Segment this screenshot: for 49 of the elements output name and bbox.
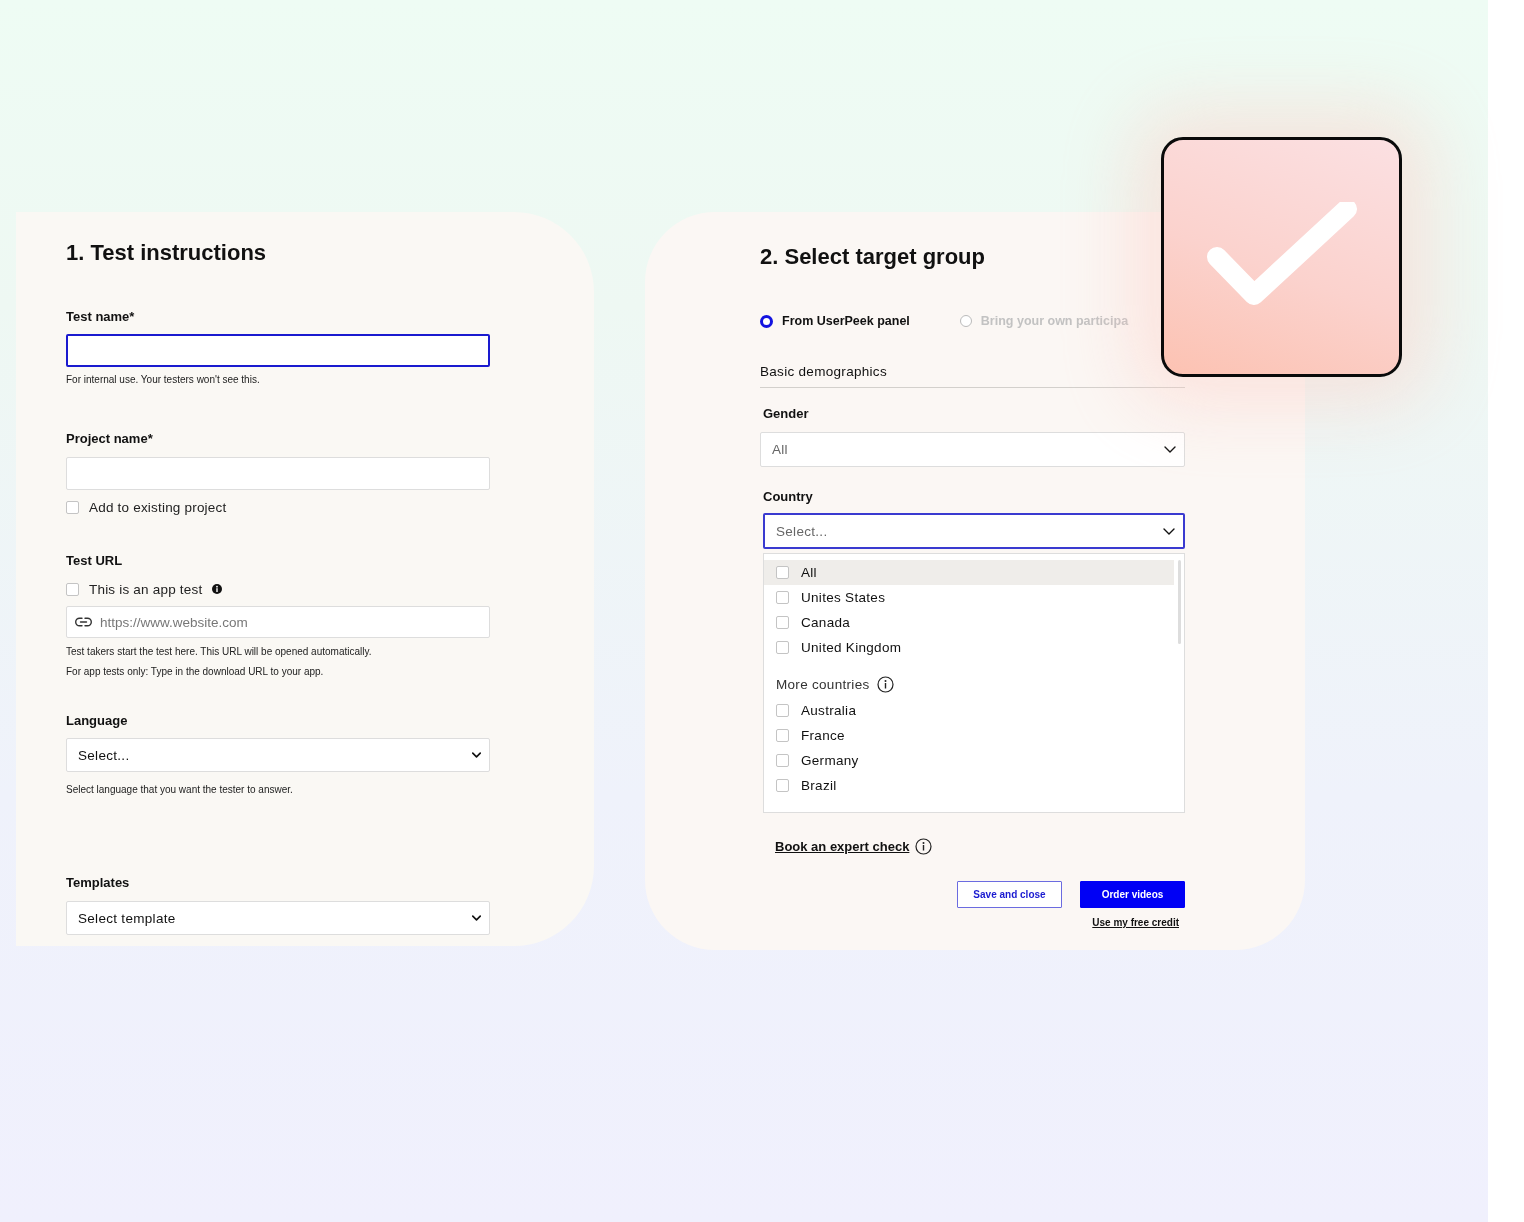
help-text: For app tests only: Type in the download URL to your app. [66, 666, 325, 678]
select-field[interactable]: Select... [763, 513, 1185, 549]
field-label: Gender [762, 406, 810, 422]
radio-icon[interactable] [959, 315, 972, 327]
checkbox[interactable] [776, 566, 789, 579]
field-label: Project name* [66, 431, 154, 447]
field-label: Test URL [66, 553, 124, 569]
free-credit-link[interactable]: Use my free credit [1092, 917, 1179, 928]
card-title: 2. Select target group [760, 244, 986, 270]
select-field[interactable]: Select... [66, 738, 490, 772]
checkbox[interactable] [776, 704, 789, 717]
checkbox[interactable] [776, 641, 789, 654]
url-field[interactable]: https://www.website.com [66, 606, 490, 638]
info-icon [915, 838, 933, 855]
select-field[interactable]: Select template [66, 901, 490, 935]
card-title: 1. Test instructions [66, 240, 268, 266]
select-field[interactable]: All [760, 432, 1185, 467]
chevron-down-icon [472, 915, 481, 921]
link-icon [75, 617, 92, 627]
field-label: Language [66, 713, 129, 729]
checkbox[interactable] [66, 582, 79, 596]
help-text: For internal use. Your testers won't see this. [66, 374, 261, 386]
order-button[interactable]: Order videos [1080, 881, 1185, 908]
checkbox-label: Add to existing project [89, 499, 227, 515]
checkbox-label: This is an app test [89, 581, 203, 597]
help-text: Test takers start the test here. This URL will be opened automatically. [66, 646, 373, 658]
chevron-down-icon [472, 752, 481, 758]
scrollbar[interactable] [1178, 560, 1181, 644]
chevron-down-icon [1164, 446, 1176, 453]
help-text: Select language that you want the tester to answer. [66, 784, 294, 796]
radio-option[interactable]: From UserPeek panel [760, 314, 910, 328]
save-button[interactable]: Save and close [957, 881, 1062, 908]
checkbox[interactable] [776, 729, 789, 742]
checkbox[interactable] [776, 591, 789, 604]
field-label: Templates [66, 875, 131, 891]
checkbox[interactable] [776, 779, 789, 792]
country-option[interactable]: All [764, 560, 1174, 585]
chevron-down-icon [1163, 527, 1175, 535]
radio-icon[interactable] [760, 314, 773, 328]
field-label: Country [762, 489, 814, 505]
checkbox[interactable] [776, 754, 789, 767]
group-label: More countries [776, 676, 870, 692]
info-icon [212, 584, 223, 594]
field-label: Test name* [66, 309, 136, 325]
checkbox[interactable] [66, 500, 79, 514]
input-field[interactable] [66, 334, 490, 367]
expert-check-link[interactable]: Book an expert check [775, 839, 910, 854]
info-icon [876, 675, 894, 693]
checkbox[interactable] [776, 616, 789, 629]
